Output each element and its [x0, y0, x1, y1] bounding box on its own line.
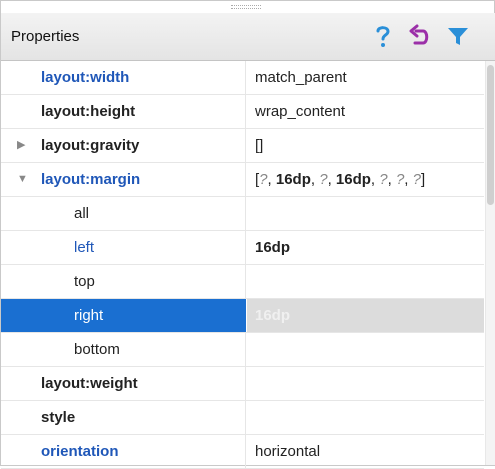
- property-name: all: [1, 197, 246, 230]
- panel-title: Properties: [11, 28, 80, 45]
- unset-marker: ?: [259, 171, 268, 188]
- property-value[interactable]: match_parent: [247, 61, 484, 94]
- separator: ,: [404, 171, 413, 188]
- resize-grip[interactable]: [231, 5, 261, 9]
- separator: ,: [370, 171, 380, 188]
- property-name: layout:weight: [1, 367, 246, 400]
- property-name: orientation: [1, 435, 246, 468]
- property-value[interactable]: [247, 265, 484, 298]
- unset-marker: ?: [412, 171, 421, 188]
- property-value[interactable]: horizontal: [247, 435, 484, 468]
- property-value[interactable]: wrap_content: [247, 95, 484, 128]
- property-row-style[interactable]: style: [1, 401, 484, 435]
- unset-marker: ?: [379, 171, 388, 188]
- property-value[interactable]: 16dp: [247, 231, 484, 264]
- property-name: bottom: [1, 333, 246, 366]
- property-grid: layout:width match_parent layout:height …: [1, 61, 484, 469]
- properties-panel: Properties layout:width match_parent lay…: [0, 0, 495, 469]
- property-row-layout-weight[interactable]: layout:weight: [1, 367, 484, 401]
- property-row-margin-bottom[interactable]: bottom: [1, 333, 484, 367]
- property-row-layout-height[interactable]: layout:height wrap_content: [1, 95, 484, 129]
- property-value[interactable]: [247, 401, 484, 434]
- property-row-layout-gravity[interactable]: ▶ layout:gravity []: [1, 129, 484, 163]
- property-row-margin-top[interactable]: top: [1, 265, 484, 299]
- separator: ,: [387, 171, 396, 188]
- property-name: style: [1, 401, 246, 434]
- property-name: layout:margin: [1, 163, 246, 196]
- separator: ,: [310, 171, 320, 188]
- margin-value: 16dp: [335, 171, 371, 188]
- scrollbar-thumb[interactable]: [487, 65, 494, 205]
- panel-header: Properties: [1, 13, 495, 61]
- property-name: right: [1, 299, 246, 332]
- property-value[interactable]: [?, 16dp, ?, 16dp, ?, ?, ?]: [247, 163, 484, 196]
- question-icon[interactable]: [370, 23, 396, 49]
- property-row-margin-left[interactable]: left 16dp: [1, 231, 484, 265]
- property-row-margin-right[interactable]: right 16dp: [1, 299, 484, 333]
- property-name: top: [1, 265, 246, 298]
- separator: ,: [267, 171, 276, 188]
- property-value[interactable]: [247, 333, 484, 366]
- unset-marker: ?: [319, 171, 328, 188]
- property-name: layout:width: [1, 61, 246, 94]
- margin-value: 16dp: [275, 171, 311, 188]
- property-row-layout-margin[interactable]: ▼ layout:margin [?, 16dp, ?, 16dp, ?, ?,…: [1, 163, 484, 197]
- undo-icon[interactable]: [407, 23, 433, 49]
- property-name: left: [1, 231, 246, 264]
- property-row-orientation[interactable]: orientation horizontal: [1, 435, 484, 469]
- property-row-margin-all[interactable]: all: [1, 197, 484, 231]
- property-value[interactable]: []: [247, 129, 484, 162]
- separator: ,: [327, 171, 336, 188]
- property-row-layout-width[interactable]: layout:width match_parent: [1, 61, 484, 95]
- vertical-scrollbar[interactable]: [485, 61, 495, 465]
- property-value[interactable]: 16dp: [247, 299, 484, 332]
- bracket-close: ]: [420, 171, 426, 188]
- property-name: layout:gravity: [1, 129, 246, 162]
- property-value[interactable]: [247, 367, 484, 400]
- filter-icon[interactable]: [445, 23, 471, 49]
- property-value[interactable]: [247, 197, 484, 230]
- property-name: layout:height: [1, 95, 246, 128]
